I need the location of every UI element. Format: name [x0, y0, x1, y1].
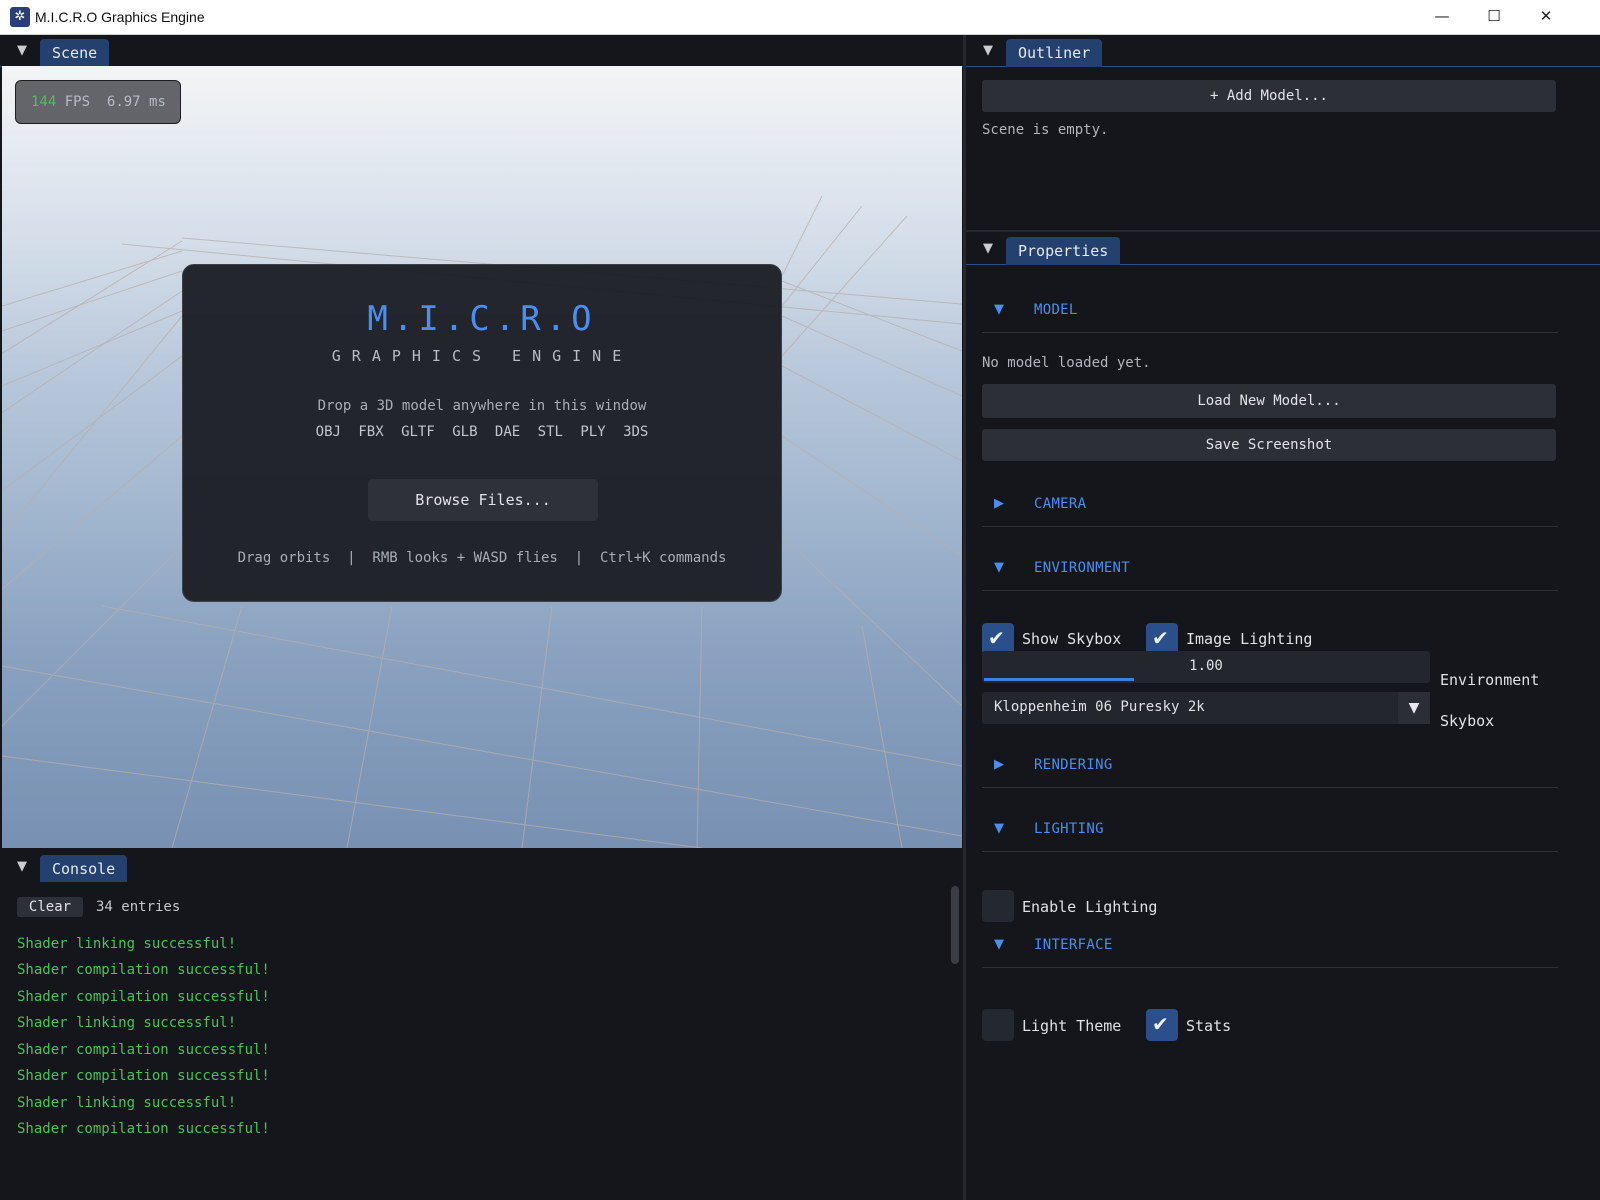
engine-logo-text: M.I.C.R.O: [367, 299, 597, 339]
section-rendering-header[interactable]: ▶ RENDERING: [982, 746, 1558, 788]
window-title-bar: ✲ M.I.C.R.O Graphics Engine — ☐ ✕: [0, 0, 1600, 35]
slider-value: 1.00: [1189, 658, 1223, 674]
section-interface-label: INTERFACE: [1034, 937, 1113, 953]
enable-lighting-checkbox[interactable]: [982, 890, 1014, 922]
log-line: Shader compilation successful!: [17, 962, 270, 978]
section-camera-label: CAMERA: [1034, 496, 1087, 512]
console-panel-header: ▼ Console: [0, 851, 963, 883]
expanded-arrow-icon: ▼: [994, 821, 1004, 836]
log-line: Shader linking successful!: [17, 1015, 237, 1031]
tab-properties[interactable]: Properties: [1006, 237, 1121, 265]
expanded-arrow-icon: ▼: [994, 302, 1004, 317]
stats-checkbox[interactable]: ✔: [1146, 1009, 1178, 1041]
environment-intensity-label: Environment: [1440, 671, 1540, 689]
scene-panel-header: ▼ Scene: [0, 35, 963, 67]
load-model-button[interactable]: Load New Model...: [982, 384, 1556, 418]
fps-counter: 144 FPS 6.97 ms: [15, 80, 181, 124]
clear-console-button[interactable]: Clear: [17, 897, 83, 917]
panel-menu-icon[interactable]: ▼: [976, 240, 1000, 258]
properties-panel-header: ▼ Properties: [966, 233, 1600, 265]
tab-outliner[interactable]: Outliner: [1006, 39, 1103, 67]
show-skybox-label: Show Skybox: [1022, 630, 1122, 648]
section-model-label: MODEL: [1034, 302, 1078, 318]
engine-subtitle: GRAPHICS ENGINE: [331, 347, 633, 365]
panel-menu-icon[interactable]: ▼: [976, 42, 1000, 60]
panel-menu-icon[interactable]: ▼: [10, 858, 34, 876]
expanded-arrow-icon: ▼: [994, 937, 1004, 952]
section-rendering-label: RENDERING: [1034, 757, 1113, 773]
light-theme-checkbox[interactable]: [982, 1009, 1014, 1041]
checkmark-icon: ✔: [988, 626, 1005, 650]
section-camera-header[interactable]: ▶ CAMERA: [982, 485, 1558, 527]
console-body: Clear 34 entries Shader linking successf…: [0, 882, 963, 1200]
stats-label: Stats: [1186, 1017, 1232, 1035]
fps-value: 144: [31, 94, 57, 110]
collapsed-arrow-icon: ▶: [994, 757, 1004, 772]
section-model-header[interactable]: ▼ MODEL: [982, 291, 1558, 333]
model-status-text: No model loaded yet.: [982, 355, 1151, 371]
light-theme-label: Light Theme: [1022, 1017, 1122, 1035]
section-environment-header[interactable]: ▼ ENVIRONMENT: [982, 549, 1558, 591]
log-line: Shader compilation successful!: [17, 1068, 270, 1084]
outliner-panel-header: ▼ Outliner: [966, 35, 1600, 67]
skybox-dropdown[interactable]: Kloppenheim 06 Puresky 2k ▼: [982, 692, 1430, 724]
controls-hint: Drag orbits | RMB looks + WASD flies | C…: [237, 550, 727, 566]
collapsed-arrow-icon: ▶: [994, 496, 1004, 511]
log-line: Shader compilation successful!: [17, 1042, 270, 1058]
entry-count: 34 entries: [96, 899, 181, 915]
scene-viewport[interactable]: 144 FPS 6.97 ms M.I.C.R.O GRAPHICS ENGIN…: [2, 66, 962, 848]
outliner-empty-text: Scene is empty.: [982, 122, 1109, 138]
minimize-button[interactable]: —: [1416, 0, 1468, 35]
slider-fill: [984, 678, 1134, 681]
frame-time: 6.97 ms: [106, 94, 166, 110]
welcome-card: M.I.C.R.O GRAPHICS ENGINE Drop a 3D mode…: [182, 264, 782, 602]
close-button[interactable]: ✕: [1520, 0, 1572, 35]
log-line: Shader linking successful!: [17, 1095, 237, 1111]
micro-logo-icon: ✲: [10, 7, 30, 27]
panel-menu-icon[interactable]: ▼: [10, 42, 34, 60]
section-interface-header[interactable]: ▼ INTERFACE: [982, 926, 1558, 968]
tab-console[interactable]: Console: [40, 855, 128, 883]
browse-files-button[interactable]: Browse Files...: [368, 479, 598, 521]
checkmark-icon: ✔: [1152, 1012, 1169, 1036]
section-lighting-label: LIGHTING: [1034, 821, 1104, 837]
maximize-button[interactable]: ☐: [1468, 0, 1520, 35]
environment-intensity-slider[interactable]: 1.00: [982, 651, 1430, 683]
console-scrollbar[interactable]: [951, 886, 959, 964]
fps-unit: FPS: [64, 94, 91, 110]
log-line: Shader linking successful!: [17, 936, 237, 952]
save-screenshot-button[interactable]: Save Screenshot: [982, 429, 1556, 461]
window-title: M.I.C.R.O Graphics Engine: [35, 9, 205, 25]
section-environment-label: ENVIRONMENT: [1034, 560, 1131, 576]
skybox-label: Skybox: [1440, 712, 1495, 730]
log-line: Shader compilation successful!: [17, 989, 270, 1005]
log-line: Shader compilation successful!: [17, 1121, 270, 1137]
expanded-arrow-icon: ▼: [994, 560, 1004, 575]
dropdown-arrow-icon[interactable]: ▼: [1398, 692, 1430, 724]
supported-formats: OBJ FBX GLTF GLB DAE STL PLY 3DS: [315, 424, 649, 440]
add-model-button[interactable]: + Add Model...: [982, 80, 1556, 112]
image-lighting-label: Image Lighting: [1186, 630, 1313, 648]
enable-lighting-label: Enable Lighting: [1022, 898, 1158, 916]
section-lighting-header[interactable]: ▼ LIGHTING: [982, 810, 1558, 852]
skybox-selected-value: Kloppenheim 06 Puresky 2k: [994, 699, 1205, 715]
checkmark-icon: ✔: [1152, 626, 1169, 650]
tab-scene[interactable]: Scene: [40, 39, 110, 67]
drop-instruction: Drop a 3D model anywhere in this window: [317, 398, 647, 414]
